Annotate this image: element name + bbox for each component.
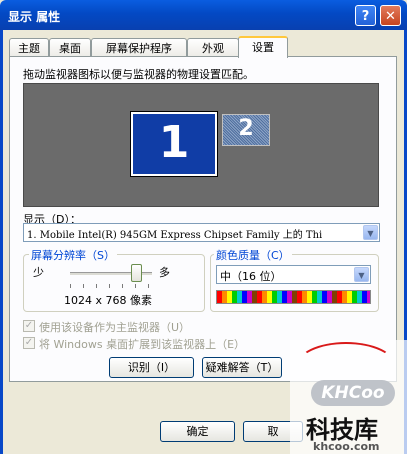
close-button[interactable]: ✕: [380, 5, 401, 26]
instructions-text: 拖动监视器图标以便与监视器的物理设置匹配。: [23, 68, 254, 81]
window-title: 显示 属性: [8, 10, 61, 24]
watermark-logo: KHCoo: [311, 380, 395, 406]
tab-theme[interactable]: 主题: [9, 38, 49, 57]
tab-appearance[interactable]: 外观: [187, 38, 239, 57]
primary-monitor-label: 使用该设备作为主监视器（U）: [39, 321, 191, 334]
resolution-less-label: 少: [33, 266, 44, 279]
tab-screensaver[interactable]: 屏幕保护程序: [91, 38, 187, 57]
display-select-value: 1. Mobile Intel(R) 945GM Express Chipset…: [27, 230, 323, 241]
primary-monitor-checkbox[interactable]: ✓: [23, 320, 35, 332]
chevron-down-icon[interactable]: ▼: [354, 267, 369, 282]
extend-desktop-label: 将 Windows 桌面扩展到该监视器上（E）: [39, 338, 246, 351]
resolution-more-label: 多: [159, 266, 170, 279]
resolution-legend: 屏幕分辨率（S）: [29, 247, 117, 263]
color-quality-select[interactable]: 中（16 位） ▼: [216, 265, 371, 284]
troubleshoot-button[interactable]: 疑难解答（T）: [202, 357, 282, 378]
color-palette-preview: [216, 290, 371, 304]
window-border-left: [0, 30, 3, 454]
chevron-down-icon[interactable]: ▼: [363, 225, 378, 240]
watermark-url: khcoo.com: [313, 440, 380, 453]
monitor-1-icon[interactable]: 1: [130, 111, 218, 177]
ok-button[interactable]: 确定: [160, 421, 235, 442]
color-quality-legend: 颜色质量（C）: [214, 247, 292, 263]
tab-desktop[interactable]: 桌面: [49, 38, 91, 57]
resolution-value: 1024 x 768 像素: [64, 294, 152, 307]
display-select[interactable]: 1. Mobile Intel(R) 945GM Express Chipset…: [23, 223, 380, 242]
title-bar: 显示 属性 ? ✕: [0, 0, 407, 30]
extend-desktop-checkbox[interactable]: ✓: [23, 337, 35, 349]
resolution-slider-thumb[interactable]: [131, 264, 142, 282]
tab-settings[interactable]: 设置: [238, 36, 288, 58]
color-quality-value: 中（16 位）: [220, 270, 282, 283]
identify-button[interactable]: 识别（I）: [109, 357, 194, 378]
resolution-slider-ticks: [70, 284, 152, 288]
monitor-2-icon[interactable]: 2: [222, 114, 270, 146]
help-button[interactable]: ?: [355, 5, 376, 26]
